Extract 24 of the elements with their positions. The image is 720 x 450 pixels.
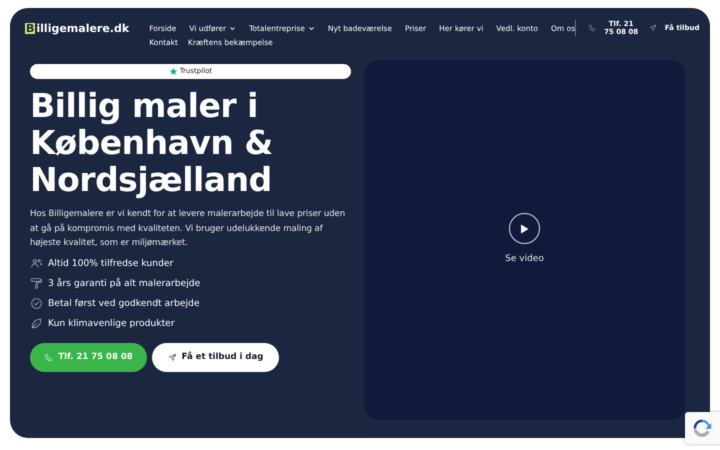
feature-text: Betal først ved godkendt arbejde [48, 296, 200, 310]
check-circle-icon [30, 297, 43, 310]
feature-text: Kun klimavenlige produkter [48, 316, 175, 330]
quote-button[interactable]: Få et tilbud i dag [152, 342, 279, 372]
phone-icon [588, 24, 596, 32]
recaptcha-icon [692, 418, 712, 438]
send-icon [649, 24, 658, 32]
paint-roller-icon [30, 277, 43, 290]
intro-paragraph: Hos Billigemalere er vi kendt for at levere malerarbejde til lave priser uden at gå på kompromis med kvaliteten. Vi bruger udelukkende maling af højeste kvalitet, som er miljømærket. [30, 208, 346, 250]
leaf-icon [30, 317, 43, 330]
send-icon [168, 352, 177, 362]
video-label: Se video [505, 253, 544, 266]
play-icon [520, 224, 529, 234]
phone-icon [44, 352, 54, 362]
people-icon [30, 257, 43, 270]
recaptcha-badge[interactable] [685, 412, 720, 444]
play-button[interactable] [509, 213, 540, 244]
chevron-down-icon [308, 25, 315, 32]
feature-text: Altid 100% tilfredse kunder [48, 256, 174, 270]
chevron-down-icon [229, 25, 236, 32]
star-icon [168, 67, 178, 76]
hero-headline: Billig maler i København & Nordsjælland [30, 87, 274, 198]
feature-text: 3 års garanti på alt malerarbejde [48, 276, 200, 290]
site-logo[interactable]: B illigemalere.dk [25, 23, 130, 34]
